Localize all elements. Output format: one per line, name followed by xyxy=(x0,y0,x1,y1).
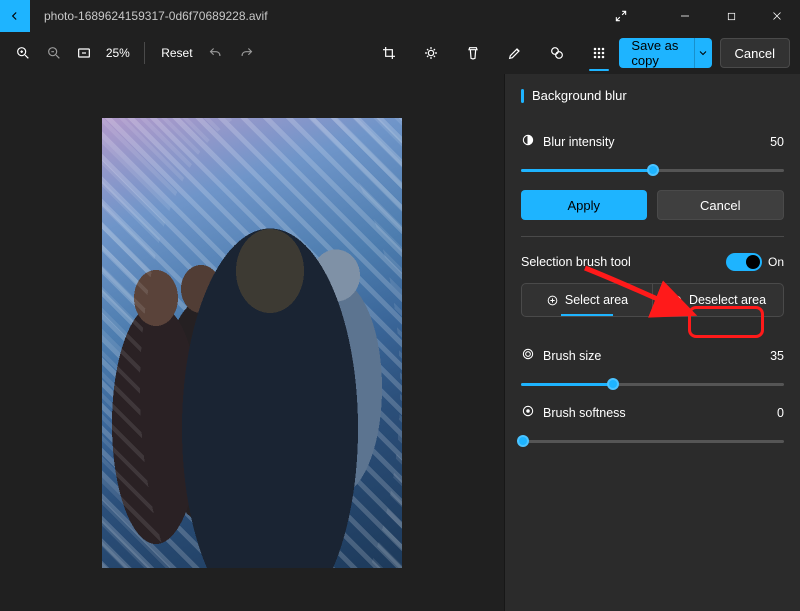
zoom-out-button[interactable] xyxy=(40,37,66,69)
main-area: Background blur Blur intensity 50 Apply … xyxy=(0,74,800,611)
fit-button[interactable] xyxy=(71,37,97,69)
blur-intensity-value: 50 xyxy=(770,135,784,149)
select-area-tab[interactable]: Select area xyxy=(522,284,652,316)
save-button-group: Save as copy xyxy=(619,38,711,68)
brush-size-value: 35 xyxy=(770,349,784,363)
save-as-copy-button[interactable]: Save as copy xyxy=(619,38,694,68)
canvas-area xyxy=(0,74,504,611)
window-minimize[interactable] xyxy=(662,0,708,32)
selection-brush-row: Selection brush tool On xyxy=(521,253,784,271)
panel-cancel-button[interactable]: Cancel xyxy=(657,190,785,220)
target-icon xyxy=(521,347,535,364)
selection-brush-label: Selection brush tool xyxy=(521,255,631,269)
side-panel: Background blur Blur intensity 50 Apply … xyxy=(504,74,800,611)
deselect-area-tab[interactable]: Deselect area xyxy=(652,284,783,316)
selection-mode-tabs: Select area Deselect area xyxy=(521,283,784,317)
toolbar: 25% Reset Save as copy xyxy=(0,32,800,74)
zoom-level[interactable]: 25% xyxy=(101,46,134,60)
window-maximize[interactable] xyxy=(708,0,754,32)
brush-softness-label: Brush softness xyxy=(543,406,626,420)
brush-softness-value: 0 xyxy=(777,406,784,420)
apply-button[interactable]: Apply xyxy=(521,190,647,220)
radio-icon xyxy=(521,404,535,421)
retouch-tool[interactable] xyxy=(541,37,573,69)
panel-title: Background blur xyxy=(521,88,784,103)
background-blur-tool[interactable] xyxy=(583,37,615,69)
markup-tool[interactable] xyxy=(499,37,531,69)
deselect-area-label: Deselect area xyxy=(689,293,766,307)
filter-tool[interactable] xyxy=(457,37,489,69)
zoom-in-button[interactable] xyxy=(10,37,36,69)
brush-size-label: Brush size xyxy=(543,349,601,363)
file-title: photo-1689624159317-0d6f70689228.avif xyxy=(44,9,268,23)
blur-intensity-row: Blur intensity 50 xyxy=(521,133,784,150)
window-close[interactable] xyxy=(754,0,800,32)
reset-button[interactable]: Reset xyxy=(155,42,198,64)
selection-brush-toggle[interactable]: On xyxy=(726,253,784,271)
undo-button[interactable] xyxy=(203,37,229,69)
blur-intensity-slider[interactable] xyxy=(521,162,784,178)
redo-button[interactable] xyxy=(233,37,259,69)
adjust-tool[interactable] xyxy=(415,37,447,69)
brush-softness-slider[interactable] xyxy=(521,433,784,449)
brush-size-slider[interactable] xyxy=(521,376,784,392)
select-area-label: Select area xyxy=(565,293,628,307)
crop-tool[interactable] xyxy=(373,37,405,69)
cancel-edit-button[interactable]: Cancel xyxy=(720,38,790,68)
image-preview[interactable] xyxy=(102,118,402,568)
edit-mode-tabs xyxy=(373,37,615,69)
expand-button[interactable] xyxy=(598,0,644,32)
save-options-chevron[interactable] xyxy=(694,38,711,68)
brush-softness-row: Brush softness 0 xyxy=(521,404,784,421)
brush-size-row: Brush size 35 xyxy=(521,347,784,364)
half-circle-icon xyxy=(521,133,535,150)
toggle-state-label: On xyxy=(768,255,784,269)
titlebar: photo-1689624159317-0d6f70689228.avif xyxy=(0,0,800,32)
blur-intensity-label: Blur intensity xyxy=(543,135,615,149)
back-button[interactable] xyxy=(0,0,30,32)
